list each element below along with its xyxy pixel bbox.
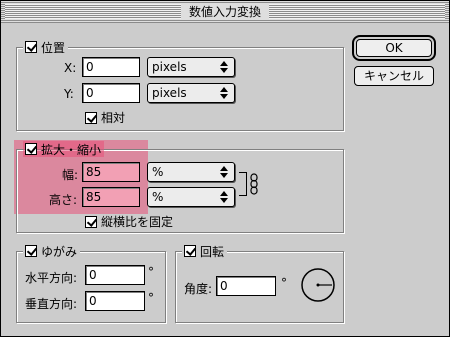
height-label: 高さ: [49, 193, 78, 207]
skew-group-header: ゆがみ [23, 243, 81, 259]
ok-button[interactable]: OK [352, 35, 436, 61]
popup-arrows-icon [220, 61, 228, 73]
angle-field[interactable]: 0 [216, 276, 276, 296]
skew-checkbox[interactable] [25, 245, 37, 257]
position-label: 位置 [41, 40, 66, 55]
popup-arrows-icon [220, 87, 228, 99]
position-checkbox[interactable] [25, 41, 37, 53]
constrain-proportions-checkbox[interactable] [85, 215, 97, 228]
height-unit-value: % [152, 190, 164, 204]
height-field[interactable]: 85 [82, 187, 140, 207]
height-unit-select[interactable]: % [147, 187, 235, 207]
skew-group [16, 251, 166, 323]
link-bracket [239, 172, 247, 196]
x-position-field[interactable]: 0 [82, 57, 140, 77]
angle-degree-symbol: ° [281, 276, 287, 290]
horizontal-skew-field[interactable]: 0 [85, 265, 145, 285]
y-position-field[interactable]: 0 [82, 83, 140, 103]
popup-arrows-icon [220, 166, 228, 178]
popup-arrows-icon [220, 191, 228, 203]
rotate-label: 回転 [200, 244, 225, 259]
y-unit-value: pixels [152, 86, 187, 100]
relative-checkbox[interactable] [85, 111, 97, 124]
relative-label: 相対 [101, 111, 126, 125]
x-unit-select[interactable]: pixels [147, 57, 235, 77]
rotation-dial-icon[interactable] [300, 267, 336, 303]
constrain-proportions-option[interactable]: 縦横比を固定 [85, 213, 173, 230]
horizontal-skew-label: 水平方向: [25, 271, 78, 285]
relative-option[interactable]: 相対 [85, 109, 125, 126]
width-field[interactable]: 85 [82, 162, 140, 182]
scale-group-header: 拡大・縮小 [23, 141, 105, 157]
width-label: 幅: [62, 168, 79, 182]
cancel-button[interactable]: キャンセル [354, 66, 434, 86]
rotate-group-header: 回転 [182, 243, 228, 259]
width-unit-value: % [152, 165, 164, 179]
scale-label: 拡大・縮小 [41, 142, 102, 157]
skew-label: ゆがみ [41, 244, 78, 259]
title-bar[interactable]: 数値入力変換 [1, 1, 449, 23]
horizontal-degree-symbol: ° [148, 265, 154, 279]
vertical-skew-field[interactable]: 0 [85, 291, 145, 311]
scale-checkbox[interactable] [25, 143, 37, 155]
constrain-proportions-label: 縦横比を固定 [101, 215, 174, 229]
x-label: X: [64, 61, 77, 75]
vertical-degree-symbol: ° [148, 291, 154, 305]
y-label: Y: [64, 87, 74, 101]
vertical-skew-label: 垂直方向: [25, 297, 78, 311]
width-unit-select[interactable]: % [147, 162, 235, 182]
dialog-title: 数値入力変換 [180, 4, 270, 20]
angle-label: 角度: [184, 282, 213, 296]
rotate-checkbox[interactable] [184, 245, 196, 257]
position-group-header: 位置 [23, 39, 69, 55]
x-unit-value: pixels [152, 60, 187, 74]
y-unit-select[interactable]: pixels [147, 83, 235, 103]
numeric-transform-dialog: 数値入力変換 OK キャンセル 位置 X: 0 pixels Y: 0 pixe… [0, 0, 450, 337]
chain-link-icon[interactable] [249, 173, 259, 195]
